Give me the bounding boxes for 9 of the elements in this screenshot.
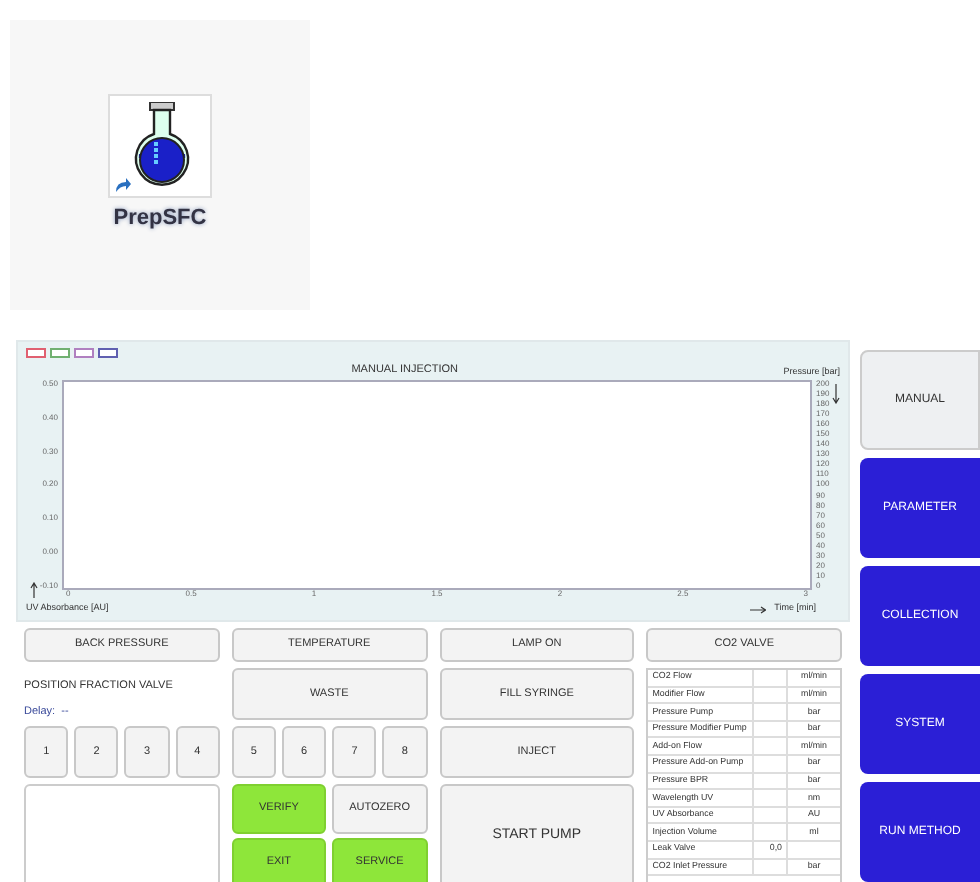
icon-label[interactable]: PrepSFC (113, 202, 207, 236)
up-arrow-icon (30, 582, 38, 598)
down-arrow-icon (832, 384, 840, 404)
legend-swatch[interactable] (98, 348, 118, 358)
legend-swatch[interactable] (26, 348, 46, 358)
legend-swatch[interactable] (50, 348, 70, 358)
legend-swatch[interactable] (74, 348, 94, 358)
right-arrow-icon (750, 605, 767, 613)
shortcut-arrow-icon (112, 174, 132, 195)
